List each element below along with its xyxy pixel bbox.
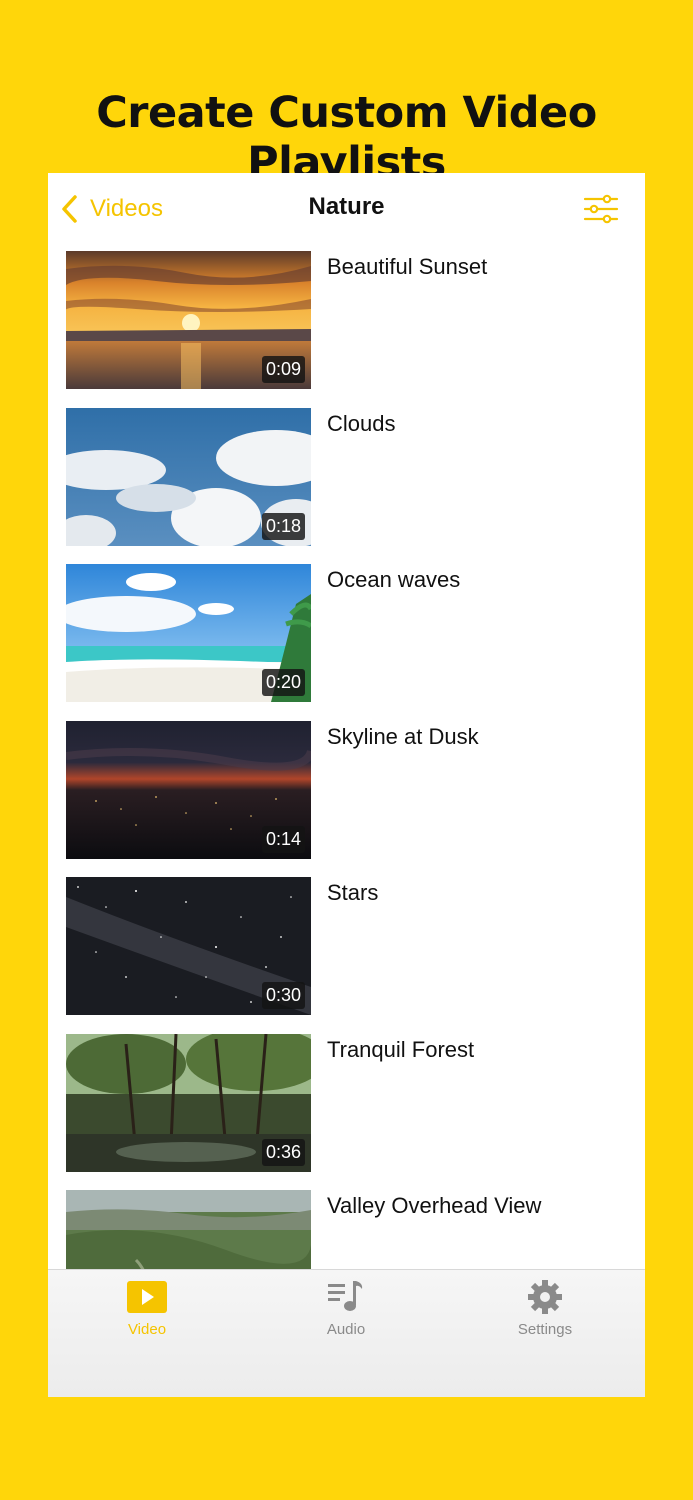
video-title[interactable]: Valley Overhead View: [327, 1193, 541, 1219]
tab-label: Settings: [517, 1321, 573, 1338]
list-item[interactable]: Valley Overhead View: [48, 1190, 645, 1269]
list-item[interactable]: 0:18 Clouds: [48, 407, 645, 565]
video-title[interactable]: Stars: [327, 880, 378, 906]
duration-badge: 0:20: [261, 669, 305, 696]
video-title[interactable]: Clouds: [327, 411, 395, 437]
video-thumbnail[interactable]: 0:30: [66, 877, 311, 1015]
tab-label: Video: [127, 1321, 167, 1338]
list-item[interactable]: 0:14 Skyline at Dusk: [48, 720, 645, 878]
filter-button[interactable]: [583, 193, 619, 225]
duration-badge: 0:14: [261, 825, 305, 853]
video-title[interactable]: Tranquil Forest: [327, 1037, 474, 1063]
tab-video[interactable]: Video: [87, 1280, 207, 1338]
video-title[interactable]: Beautiful Sunset: [327, 254, 487, 280]
duration-badge: 0:09: [261, 356, 305, 383]
tab-label: Audio: [326, 1321, 366, 1338]
gear-icon: [485, 1280, 605, 1314]
list-item[interactable]: 0:09 Beautiful Sunset: [48, 251, 645, 408]
video-thumbnail[interactable]: 0:36: [66, 1033, 311, 1172]
video-thumbnail[interactable]: [66, 1190, 311, 1269]
navigation-bar: Videos Nature: [48, 173, 645, 245]
video-thumbnail[interactable]: 0:14: [66, 720, 311, 859]
tab-bar: Video Audio Settings: [48, 1269, 645, 1397]
video-thumbnail[interactable]: 0:20: [66, 564, 311, 702]
list-item[interactable]: 0:30 Stars: [48, 877, 645, 1034]
sliders-icon: [583, 194, 619, 229]
page-title: Nature: [308, 193, 385, 220]
music-list-icon: [286, 1280, 406, 1314]
duration-badge: 0:18: [261, 512, 305, 540]
tab-settings[interactable]: Settings: [485, 1280, 605, 1338]
video-thumbnail[interactable]: 0:09: [66, 251, 311, 389]
video-title[interactable]: Skyline at Dusk: [327, 724, 479, 750]
video-play-icon: [87, 1280, 207, 1314]
tab-audio[interactable]: Audio: [286, 1280, 406, 1338]
list-item[interactable]: 0:36 Tranquil Forest: [48, 1033, 645, 1191]
video-thumbnail[interactable]: 0:18: [66, 407, 311, 546]
list-item[interactable]: 0:20 Ocean waves: [48, 564, 645, 721]
app-screen: Videos Nature 0:09 Beautiful Sunset 0:18…: [48, 173, 645, 1397]
duration-badge: 0:30: [261, 982, 305, 1009]
video-title[interactable]: Ocean waves: [327, 567, 460, 593]
duration-badge: 0:36: [261, 1138, 305, 1166]
video-list[interactable]: 0:09 Beautiful Sunset 0:18 Clouds 0:20 O…: [48, 251, 645, 1269]
